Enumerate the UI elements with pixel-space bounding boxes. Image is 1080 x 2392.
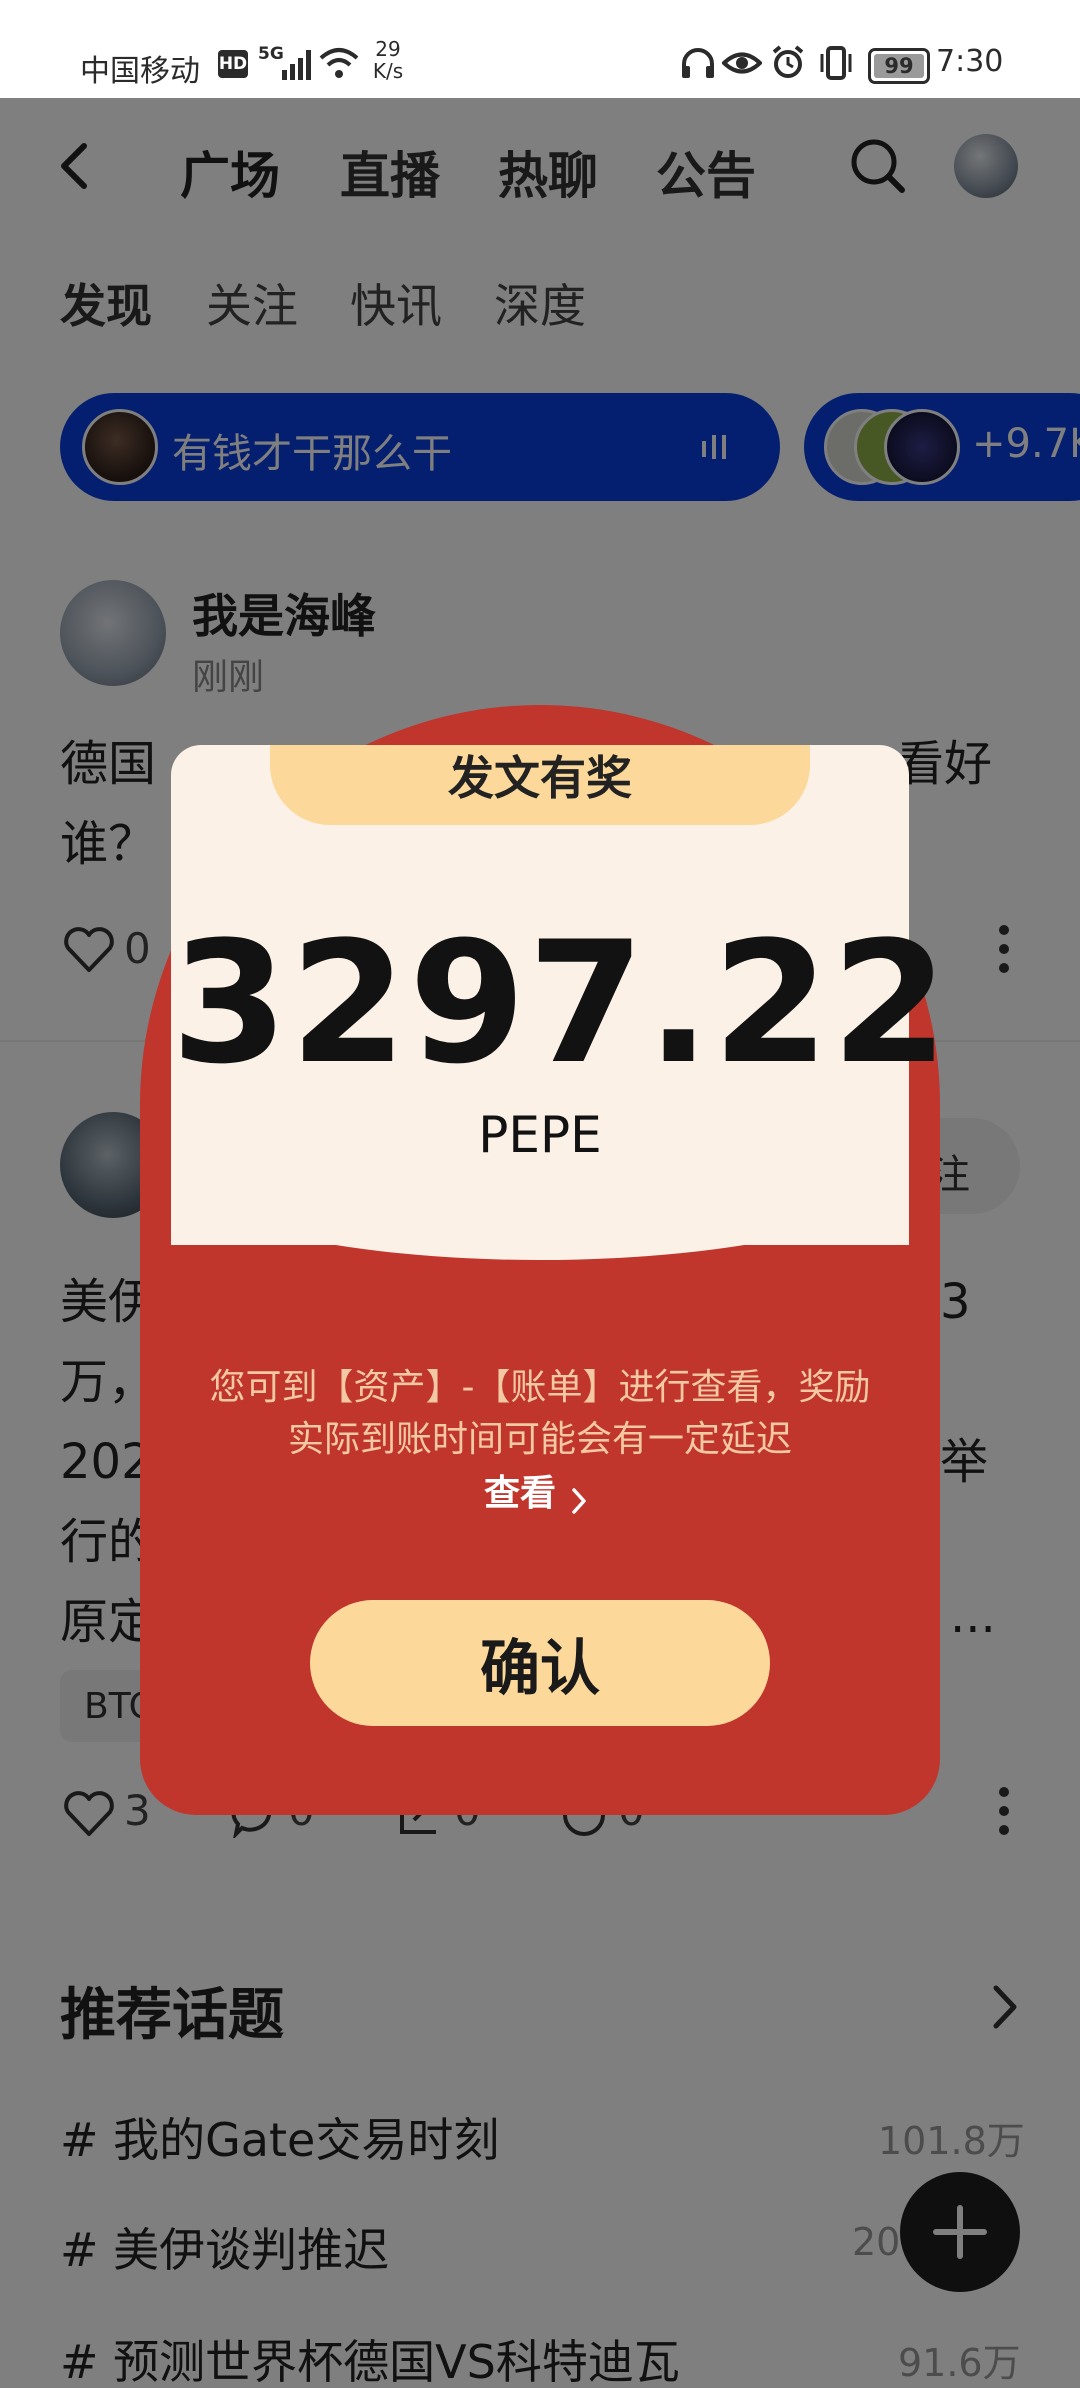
status-bar: 中国移动 HD 5G 29 K/s 99 7:30 (0, 0, 1080, 98)
reward-banner-title: 发文有奖 (448, 751, 632, 805)
network-speed-unit: K/s (372, 59, 404, 83)
reward-hint-line: 实际到账时间可能会有一定延迟 (287, 1419, 792, 1460)
chevron-right-icon (572, 1487, 586, 1514)
reward-hint-line: 您可到【资产】-【账单】进行查看，奖励 (209, 1367, 871, 1408)
reward-currency: PEPE (478, 1106, 602, 1164)
hd-badge: HD (218, 50, 248, 78)
battery-level: 99 (884, 54, 914, 78)
signal-icon (282, 50, 311, 80)
alarm-icon (772, 45, 804, 78)
battery-icon: 99 (868, 48, 930, 84)
confirm-button[interactable]: 确认 (310, 1600, 770, 1726)
view-link[interactable]: 查看 (484, 1464, 587, 1516)
headphones-icon (682, 48, 714, 78)
reward-amount: 3297.22 (171, 905, 951, 1101)
clock: 7:30 (936, 44, 1004, 79)
vibrate-icon (820, 46, 852, 80)
view-link-label: 查看 (484, 1473, 557, 1514)
confirm-button-label: 确认 (480, 1634, 600, 1702)
carrier-label: 中国移动 (80, 54, 200, 89)
reward-hint: 您可到【资产】-【账单】进行查看，奖励 实际到账时间可能会有一定延迟 (160, 1362, 920, 1466)
wifi-icon (319, 48, 359, 78)
network-speed-value: 29 (375, 37, 401, 61)
eye-icon (722, 52, 762, 74)
